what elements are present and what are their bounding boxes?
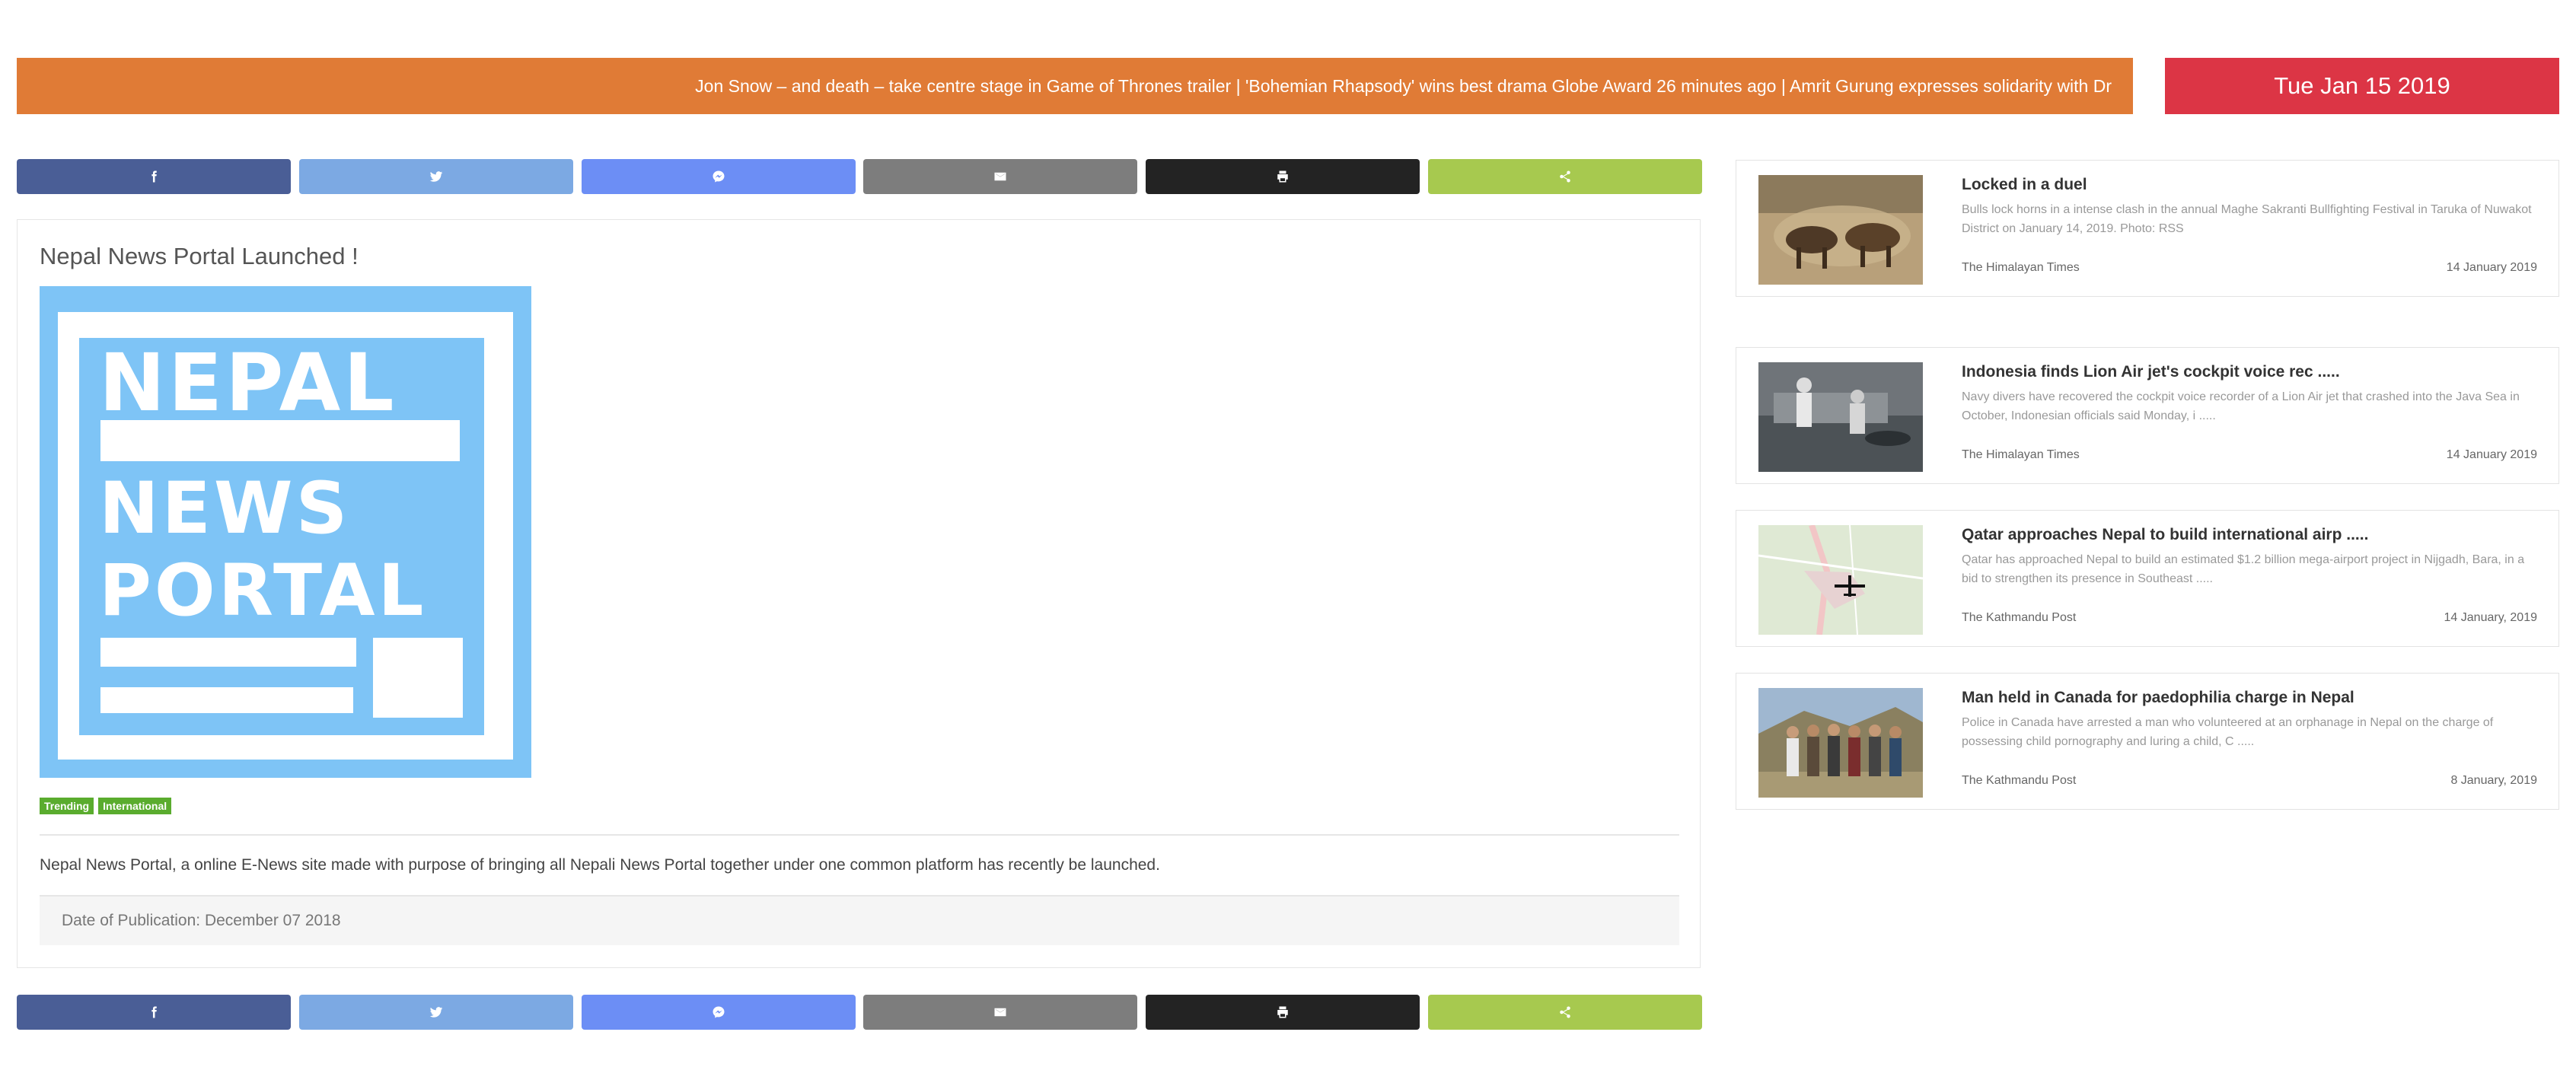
twitter-icon (429, 1007, 443, 1018)
news-date: 14 January 2019 (2446, 261, 2537, 274)
facebook-share-button[interactable] (17, 159, 291, 194)
print-icon (1277, 170, 1288, 183)
article-title: Nepal News Portal Launched ! (40, 243, 359, 269)
news-thumbnail[interactable] (1758, 175, 1923, 285)
news-thumbnail[interactable] (1758, 688, 1923, 798)
news-thumbnail[interactable] (1758, 362, 1923, 472)
logo-bar (100, 638, 356, 667)
logo-block (373, 638, 463, 718)
article-tags: Trending International (40, 798, 172, 814)
twitter-icon (429, 171, 443, 182)
article-card: Nepal News Portal Launched ! NEPAL NEWS … (17, 219, 1701, 968)
share-button[interactable] (1427, 159, 1702, 194)
share-bar-top (17, 159, 1702, 194)
divider (40, 834, 1679, 836)
messenger-share-button[interactable] (581, 159, 856, 194)
article-body: Nepal News Portal, a online E-News site … (40, 856, 1160, 874)
news-title[interactable]: Man held in Canada for paedophilia charg… (1962, 689, 2354, 707)
news-card[interactable]: Man held in Canada for paedophilia charg… (1736, 673, 2559, 810)
news-source: The Himalayan Times (1962, 261, 2080, 274)
news-title[interactable]: Indonesia finds Lion Air jet's cockpit v… (1962, 363, 2340, 381)
news-date: 14 January, 2019 (2444, 611, 2537, 624)
twitter-share-button[interactable] (298, 995, 573, 1030)
facebook-icon (151, 1006, 157, 1018)
messenger-icon (713, 170, 725, 183)
twitter-share-button[interactable] (298, 159, 573, 194)
ticker-text[interactable]: Jon Snow – and death – take centre stage… (695, 58, 2112, 114)
news-date: 8 January, 2019 (2450, 774, 2537, 787)
facebook-icon (151, 170, 157, 183)
news-card[interactable]: Locked in a duel Bulls lock horns in a i… (1736, 160, 2559, 297)
news-description: Police in Canada have arrested a man who… (1962, 716, 2494, 748)
logo-bar (100, 420, 460, 461)
publication-date: Date of Publication: December 07 2018 (62, 912, 341, 929)
news-ticker[interactable]: Jon Snow – and death – take centre stage… (17, 58, 2133, 114)
email-icon (994, 1008, 1006, 1017)
news-source: The Kathmandu Post (1962, 611, 2077, 624)
news-thumbnail[interactable] (1758, 525, 1923, 635)
news-card[interactable]: Indonesia finds Lion Air jet's cockpit v… (1736, 347, 2559, 484)
email-share-button[interactable] (863, 159, 1138, 194)
airport-map-image (1758, 525, 1923, 635)
messenger-share-button[interactable] (581, 995, 856, 1030)
tag-international[interactable]: International (98, 798, 172, 814)
logo-word-portal: PORTAL (99, 549, 427, 632)
share-bar-bottom (17, 995, 1702, 1030)
logo-bar (100, 687, 353, 713)
print-icon (1277, 1006, 1288, 1018)
news-title[interactable]: Qatar approaches Nepal to build internat… (1962, 526, 2368, 544)
messenger-icon (713, 1006, 725, 1018)
nepal-news-portal-logo: NEPAL NEWS PORTAL (40, 286, 531, 778)
news-date: 14 January 2019 (2446, 448, 2537, 461)
news-description: Bulls lock horns in a intense clash in t… (1962, 203, 2532, 235)
tag-trending[interactable]: Trending (40, 798, 94, 814)
facebook-share-button[interactable] (17, 995, 291, 1030)
divers-photo (1758, 362, 1923, 472)
news-source: The Himalayan Times (1962, 448, 2080, 461)
bullfight-photo (1758, 175, 1923, 285)
publication-date-box: Date of Publication: December 07 2018 (40, 895, 1679, 945)
share-icon (1560, 1006, 1570, 1018)
news-title[interactable]: Locked in a duel (1962, 176, 2087, 194)
logo-word-news: NEWS (99, 467, 351, 550)
news-card[interactable]: Qatar approaches Nepal to build internat… (1736, 510, 2559, 647)
print-button[interactable] (1146, 995, 1420, 1030)
group-photo (1758, 688, 1923, 798)
current-date: Tue Jan 15 2019 (2165, 58, 2559, 114)
share-icon (1560, 170, 1570, 183)
print-button[interactable] (1146, 159, 1420, 194)
email-icon (994, 172, 1006, 181)
logo-word-nepal: NEPAL (99, 336, 397, 429)
share-button[interactable] (1427, 995, 1702, 1030)
email-share-button[interactable] (863, 995, 1138, 1030)
news-description: Navy divers have recovered the cockpit v… (1962, 390, 2520, 422)
news-source: The Kathmandu Post (1962, 774, 2077, 787)
news-description: Qatar has approached Nepal to build an e… (1962, 553, 2525, 585)
